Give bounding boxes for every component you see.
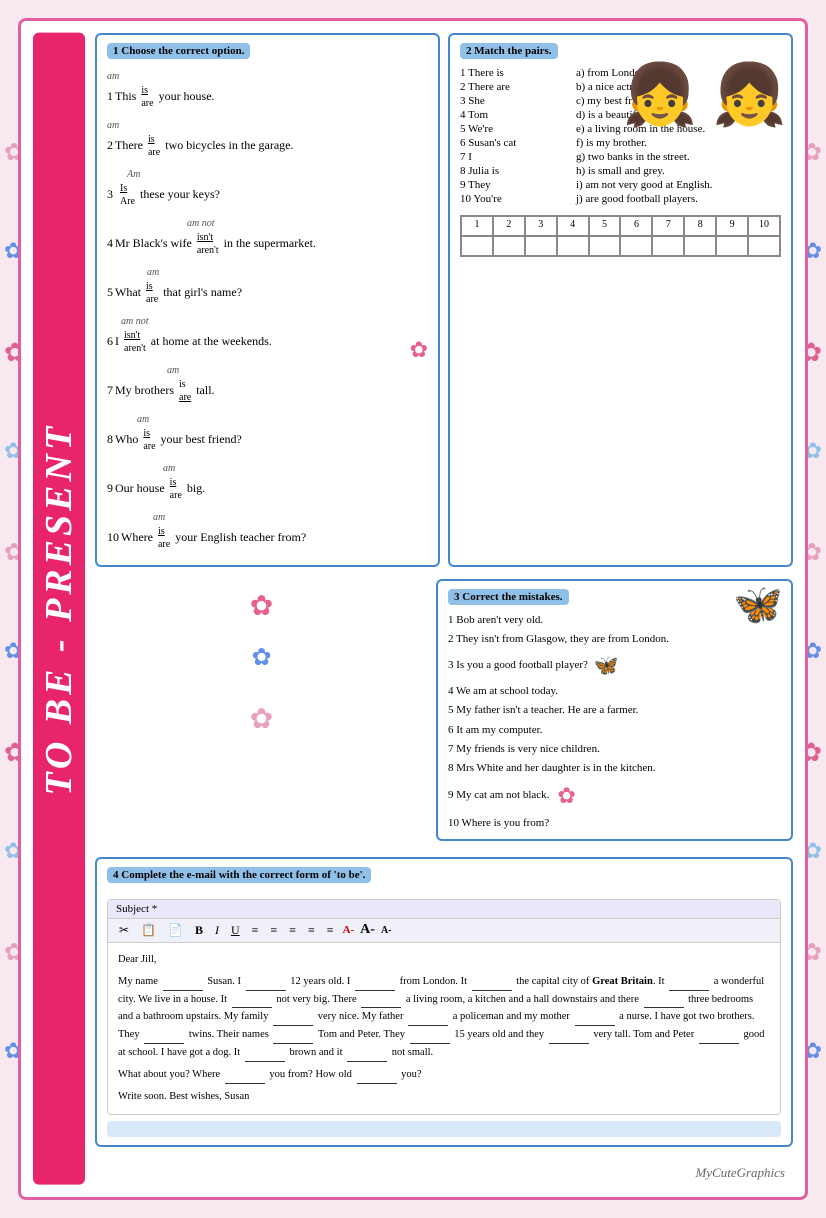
underline-button[interactable]: U: [228, 922, 243, 939]
ex1-item-5: am 5What is are that girl's name?: [107, 263, 428, 306]
font-size-small-icon[interactable]: A-: [381, 925, 392, 936]
ex1-item-9: am 9Our house is are big.: [107, 459, 428, 502]
indent-icon[interactable]: ≡: [324, 922, 337, 939]
flower-deco-1: ✿: [410, 337, 428, 363]
email-container: Subject * ✂ 📋 📄 B I U ≡ ≡ ≡ ≡ ≡: [107, 899, 781, 1115]
ex2-pair-9: 9 They i) am not very good at English.: [460, 179, 781, 191]
scroll-bar[interactable]: [107, 1121, 781, 1137]
butterfly-deco: 🦋: [733, 581, 783, 628]
font-color-icon[interactable]: A-: [343, 924, 355, 936]
ex1-item-7: am 7My brothers is are tall.: [107, 361, 428, 404]
bottom-area: MyCuteGraphics: [95, 1161, 793, 1185]
ex1-item-3: Am 3 Is Are these your keys?: [107, 165, 428, 208]
flower-deco-left-mid3: ✿: [95, 702, 428, 736]
ex2-pair-8: 8 Julia is h) is small and grey.: [460, 165, 781, 177]
ex3-item-6: 6 It am my computer.: [448, 723, 781, 738]
exercise-3-title: 3 Correct the mistakes.: [448, 589, 569, 605]
email-greeting: Dear Jill,: [118, 951, 770, 969]
exercise-1-title: 1 Choose the correct option.: [107, 43, 250, 59]
ex2-pair-6: 6 Susan's cat f) is my brother.: [460, 137, 781, 149]
credit-text: MyCuteGraphics: [95, 1161, 793, 1185]
email-toolbar: ✂ 📋 📄 B I U ≡ ≡ ≡ ≡ ≡ A- A- A-: [108, 919, 780, 943]
exercise-2-title: 2 Match the pairs.: [460, 43, 558, 59]
italic-button[interactable]: I: [212, 922, 222, 939]
title-text: TO BE - PRESENT: [40, 422, 78, 795]
ex3-item-5: 5 My father isn't a teacher. He are a fa…: [448, 703, 781, 718]
exercise-2: 2 Match the pairs. 👧 👧 1 There is a) fro…: [448, 33, 793, 567]
copy-icon[interactable]: 📄: [165, 922, 186, 939]
clipboard-icon[interactable]: 📋: [138, 922, 159, 939]
ex1-item-1: am 1This is are your house.: [107, 67, 428, 110]
bold-button[interactable]: B: [192, 922, 206, 939]
ex2-pair-10: 10 You're j) are good football players.: [460, 193, 781, 205]
ex3-item-8: 8 Mrs White and her daughter is in the k…: [448, 761, 781, 776]
email-paragraph-1: My name Susan. I 12 years old. I from Lo…: [118, 973, 770, 1062]
ex3-item-9: 9 My cat am not black. ✿: [448, 781, 781, 812]
exercise-1: 1 Choose the correct option. am 1This is…: [95, 33, 440, 567]
exercise-4: 4 Complete the e-mail with the correct f…: [95, 857, 793, 1147]
flower-deco-left-mid2: ✿: [95, 643, 428, 672]
ex2-pair-7: 7 I g) two banks in the street.: [460, 151, 781, 163]
font-size-large-icon[interactable]: A-: [360, 922, 375, 938]
list-icon[interactable]: ≡: [305, 922, 318, 939]
scissors-icon[interactable]: ✂: [116, 922, 132, 939]
title-bar: TO BE - PRESENT: [33, 33, 85, 1185]
answer-grid: 1 2 3 4 5 6 7 8 9 10: [460, 215, 781, 257]
email-closing: Write soon. Best wishes, Susan: [118, 1088, 770, 1106]
ex3-item-4: 4 We am at school today.: [448, 684, 781, 699]
ex3-items-list: 1 Bob aren't very old. 2 They isn't from…: [448, 613, 781, 831]
email-paragraph-2: What about you? Where you from? How old …: [118, 1066, 770, 1084]
ex1-item-4: am not 4Mr Black's wife isn't aren't in …: [107, 214, 428, 257]
exercise-3: 3 Correct the mistakes. 🦋 1 Bob aren't v…: [436, 579, 793, 841]
align-center-icon[interactable]: ≡: [267, 922, 280, 939]
align-right-icon[interactable]: ≡: [286, 922, 299, 939]
main-content: TO BE - PRESENT 1 Choose the correct opt…: [18, 18, 808, 1200]
ex3-item-3: 3 Is you a good football player? 🦋: [448, 652, 781, 680]
ex1-item-6: am not 6I isn't aren't at home at the we…: [107, 312, 428, 355]
ex3-item-2: 2 They isn't from Glasgow, they are from…: [448, 632, 781, 647]
avatar-girls: 👧 👧: [623, 65, 787, 125]
ex1-item-2: am 2There is are two bicycles in the gar…: [107, 116, 428, 159]
ex1-item-8: am 8Who is are your best friend?: [107, 410, 428, 453]
flower-deco-left-mid: ✿: [95, 589, 428, 623]
email-subject-bar: Subject *: [108, 900, 780, 919]
email-body: Dear Jill, My name Susan. I 12 years old…: [108, 943, 780, 1114]
align-left-icon[interactable]: ≡: [249, 922, 262, 939]
ex3-item-10: 10 Where is you from?: [448, 816, 781, 831]
ex1-item-10: am 10Where is are your English teacher f…: [107, 508, 428, 551]
ex3-item-1: 1 Bob aren't very old.: [448, 613, 781, 628]
ex3-item-7: 7 My friends is very nice children.: [448, 742, 781, 757]
exercise-4-title: 4 Complete the e-mail with the correct f…: [107, 867, 371, 883]
